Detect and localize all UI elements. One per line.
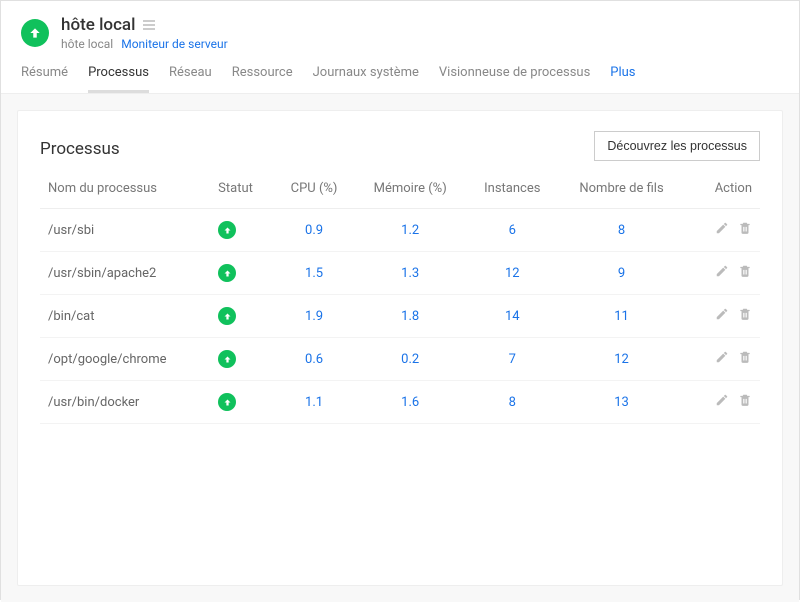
process-name: /opt/google/chrome	[40, 338, 210, 381]
process-memory[interactable]: 1.8	[354, 295, 467, 338]
process-memory[interactable]: 1.6	[354, 381, 467, 424]
process-threads[interactable]: 13	[558, 381, 685, 424]
table-row: /usr/sbin/apache2 1.5 1.3 12 9	[40, 252, 760, 295]
table-row: /usr/bin/docker 1.1 1.6 8 13	[40, 381, 760, 424]
edit-icon[interactable]	[715, 350, 729, 368]
process-cpu[interactable]: 0.6	[274, 338, 353, 381]
tabs-nav: Résumé Processus Réseau Ressource Journa…	[1, 51, 799, 94]
process-cpu[interactable]: 0.9	[274, 209, 353, 252]
tab-journaux[interactable]: Journaux système	[313, 65, 419, 93]
process-threads[interactable]: 9	[558, 252, 685, 295]
status-up-icon	[218, 393, 236, 411]
col-name: Nom du processus	[40, 169, 210, 209]
tab-plus[interactable]: Plus	[610, 65, 635, 93]
delete-icon[interactable]	[738, 264, 752, 282]
col-threads: Nombre de fils	[558, 169, 685, 209]
edit-icon[interactable]	[715, 393, 729, 411]
process-cpu[interactable]: 1.5	[274, 252, 353, 295]
process-status	[210, 295, 274, 338]
process-actions	[685, 295, 760, 338]
process-status	[210, 381, 274, 424]
table-row: /opt/google/chrome 0.6 0.2 7 12	[40, 338, 760, 381]
col-action: Action	[685, 169, 760, 209]
table-row: /bin/cat 1.9 1.8 14 11	[40, 295, 760, 338]
process-memory[interactable]: 1.2	[354, 209, 467, 252]
delete-icon[interactable]	[738, 221, 752, 239]
edit-icon[interactable]	[715, 307, 729, 325]
process-name: /usr/bin/docker	[40, 381, 210, 424]
process-threads[interactable]: 8	[558, 209, 685, 252]
process-actions	[685, 209, 760, 252]
process-instances[interactable]: 14	[467, 295, 559, 338]
process-table: Nom du processus Statut CPU (%) Mémoire …	[40, 169, 760, 424]
process-cpu[interactable]: 1.1	[274, 381, 353, 424]
process-status	[210, 209, 274, 252]
hamburger-icon[interactable]	[143, 20, 155, 30]
tab-ressource[interactable]: Ressource	[232, 65, 293, 93]
host-subtitle: hôte local	[61, 37, 113, 51]
process-status	[210, 252, 274, 295]
page-header: hôte local hôte local Moniteur de serveu…	[1, 1, 799, 51]
process-memory[interactable]: 0.2	[354, 338, 467, 381]
edit-icon[interactable]	[715, 221, 729, 239]
status-up-icon	[218, 264, 236, 282]
col-status: Statut	[210, 169, 274, 209]
process-instances[interactable]: 6	[467, 209, 559, 252]
col-cpu: CPU (%)	[274, 169, 353, 209]
process-threads[interactable]: 11	[558, 295, 685, 338]
host-status-icon	[21, 19, 49, 47]
edit-icon[interactable]	[715, 264, 729, 282]
table-row: /usr/sbi 0.9 1.2 6 8	[40, 209, 760, 252]
status-up-icon	[218, 350, 236, 368]
process-actions	[685, 252, 760, 295]
delete-icon[interactable]	[738, 350, 752, 368]
monitor-link[interactable]: Moniteur de serveur	[121, 37, 227, 51]
process-instances[interactable]: 8	[467, 381, 559, 424]
tab-visionneuse[interactable]: Visionneuse de processus	[439, 65, 590, 93]
process-cpu[interactable]: 1.9	[274, 295, 353, 338]
process-name: /bin/cat	[40, 295, 210, 338]
tab-processus[interactable]: Processus	[88, 65, 149, 93]
delete-icon[interactable]	[738, 307, 752, 325]
status-up-icon	[218, 307, 236, 325]
col-instances: Instances	[467, 169, 559, 209]
process-actions	[685, 381, 760, 424]
process-instances[interactable]: 7	[467, 338, 559, 381]
col-memory: Mémoire (%)	[354, 169, 467, 209]
process-threads[interactable]: 12	[558, 338, 685, 381]
process-panel: Découvrez les processus Processus Nom du…	[17, 110, 783, 586]
delete-icon[interactable]	[738, 393, 752, 411]
discover-processes-button[interactable]: Découvrez les processus	[594, 131, 760, 161]
process-memory[interactable]: 1.3	[354, 252, 467, 295]
tab-reseau[interactable]: Réseau	[169, 65, 212, 93]
process-status	[210, 338, 274, 381]
status-up-icon	[218, 221, 236, 239]
process-name: /usr/sbi	[40, 209, 210, 252]
content-area: Découvrez les processus Processus Nom du…	[1, 94, 799, 602]
process-actions	[685, 338, 760, 381]
tab-resume[interactable]: Résumé	[21, 65, 68, 93]
process-name: /usr/sbin/apache2	[40, 252, 210, 295]
host-title: hôte local	[61, 15, 135, 35]
process-instances[interactable]: 12	[467, 252, 559, 295]
